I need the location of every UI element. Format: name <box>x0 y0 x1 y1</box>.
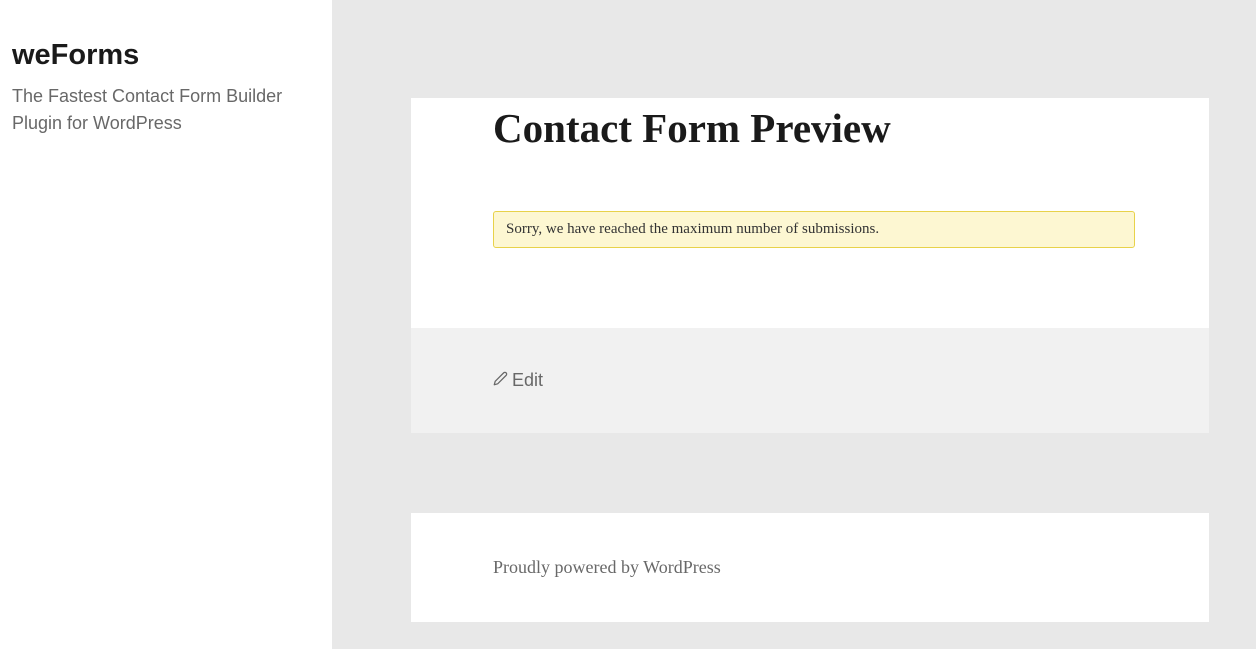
pencil-icon <box>493 370 508 391</box>
edit-label: Edit <box>512 370 543 391</box>
edit-link[interactable]: Edit <box>493 370 543 391</box>
notice-box: Sorry, we have reached the maximum numbe… <box>493 211 1135 248</box>
content-body: Sorry, we have reached the maximum numbe… <box>411 153 1209 328</box>
page-title: Contact Form Preview <box>493 98 1127 153</box>
main-content: Contact Form Preview Sorry, we have reac… <box>333 0 1256 649</box>
edit-bar: Edit <box>411 328 1209 433</box>
site-tagline: The Fastest Contact Form Builder Plugin … <box>12 83 320 137</box>
footer-card: Proudly powered by WordPress <box>411 513 1209 622</box>
footer-text[interactable]: Proudly powered by WordPress <box>493 557 1127 578</box>
site-title[interactable]: weForms <box>12 38 320 73</box>
content-card: Contact Form Preview Sorry, we have reac… <box>411 98 1209 433</box>
sidebar: weForms The Fastest Contact Form Builder… <box>0 0 333 649</box>
content-header: Contact Form Preview <box>411 98 1209 153</box>
